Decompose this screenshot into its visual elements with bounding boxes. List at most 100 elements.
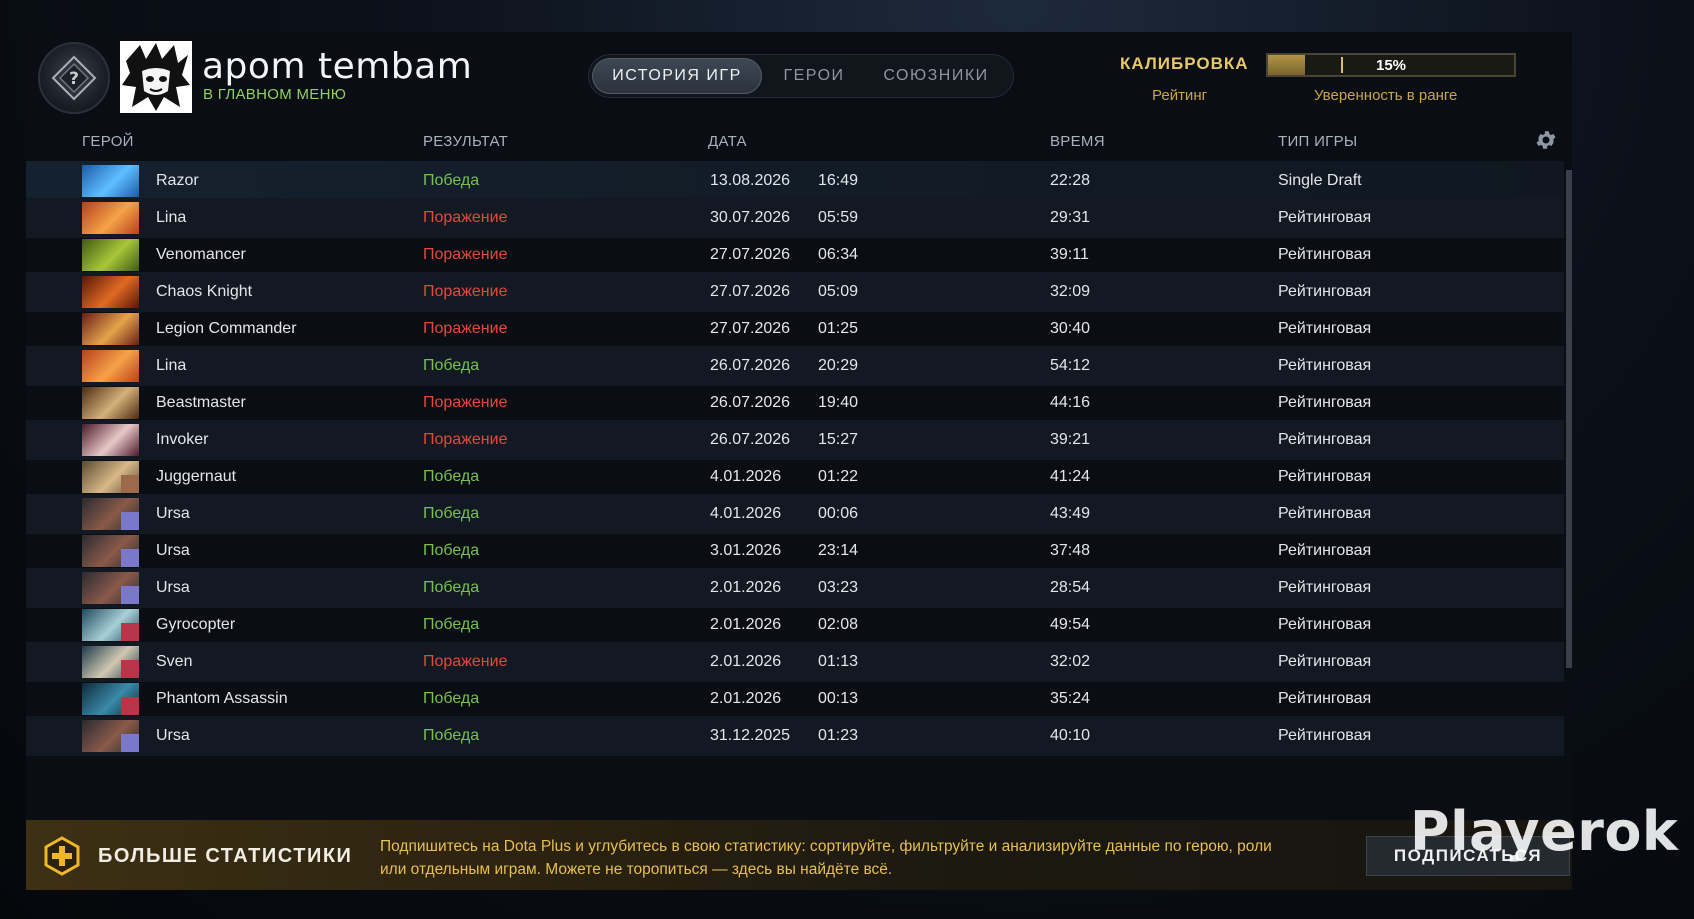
- game-type: Рейтинговая: [1278, 542, 1372, 559]
- role-badge-icon: [121, 697, 139, 715]
- table-row[interactable]: Ursa Победа 31.12.2025 01:23 40:10 Рейтингова…: [26, 716, 1564, 756]
- match-result: Победа: [423, 468, 480, 485]
- hero-portrait: [82, 498, 139, 530]
- hero-portrait: [82, 572, 139, 604]
- calibration-title: КАЛИБРОВКА: [1120, 54, 1249, 73]
- hero-name: Ursa: [156, 505, 190, 522]
- hero-name: Ursa: [156, 727, 190, 744]
- tab-allies[interactable]: СОЮЗНИКИ: [866, 58, 1006, 94]
- table-row[interactable]: Legion Commander Поражение 27.07.2026 01:25…: [26, 309, 1564, 349]
- dota-plus-icon: [44, 836, 80, 876]
- rank-emblem[interactable]: ?: [38, 42, 110, 114]
- hero-name: Ursa: [156, 542, 190, 559]
- table-row[interactable]: Ursa Победа 3.01.2026 23:14 37:48 Рейтинговая: [26, 531, 1564, 571]
- match-result: Победа: [423, 357, 480, 374]
- promo-title: БОЛЬШЕ СТАТИСТИКИ: [98, 845, 353, 867]
- game-type: Рейтинговая: [1278, 209, 1372, 226]
- hero-name: Sven: [156, 653, 193, 670]
- match-time: 01:13: [818, 653, 859, 670]
- view-tabs: ИСТОРИЯ ИГР ГЕРОИ СОЮЗНИКИ: [588, 54, 1014, 98]
- hero-name: Lina: [156, 209, 187, 226]
- table-row[interactable]: Beastmaster Поражение 26.07.2026 19:40 44:16…: [26, 383, 1564, 423]
- match-duration: 40:10: [1050, 727, 1091, 744]
- game-type: Рейтинговая: [1278, 394, 1372, 411]
- match-date: 26.07.2026: [710, 394, 791, 411]
- column-header-duration[interactable]: ВРЕМЯ: [1050, 133, 1105, 150]
- hero-name: Invoker: [156, 431, 209, 448]
- dota-plus-promo: БОЛЬШЕ СТАТИСТИКИ Подпишитесь на Dota Pl…: [26, 820, 1572, 890]
- match-date: 27.07.2026: [710, 246, 791, 263]
- match-duration: 29:31: [1050, 209, 1091, 226]
- hero-name: Chaos Knight: [156, 283, 253, 300]
- match-result: Победа: [423, 690, 480, 707]
- column-header-date[interactable]: ДАТА: [708, 133, 747, 150]
- scrollbar[interactable]: [1566, 170, 1572, 668]
- hero-portrait: [82, 646, 139, 678]
- column-header-result[interactable]: РЕЗУЛЬТАТ: [423, 133, 508, 150]
- table-row[interactable]: Ursa Победа 2.01.2026 03:23 28:54 Рейтинговая: [26, 568, 1564, 608]
- column-header-game-type[interactable]: ТИП ИГРЫ: [1278, 133, 1357, 150]
- match-time: 23:14: [818, 542, 859, 559]
- calibration-rank-icon: ?: [51, 55, 97, 101]
- tab-match-history[interactable]: ИСТОРИЯ ИГР: [592, 58, 762, 94]
- match-result: Победа: [423, 579, 480, 596]
- table-row[interactable]: Gyrocopter Победа 2.01.2026 02:08 49:54 Рейти…: [26, 605, 1564, 645]
- match-duration: 41:24: [1050, 468, 1091, 485]
- hero-name: Ursa: [156, 579, 190, 596]
- game-type: Рейтинговая: [1278, 653, 1372, 670]
- match-time: 20:29: [818, 357, 859, 374]
- match-date: 30.07.2026: [710, 209, 791, 226]
- hero-portrait: [82, 424, 139, 456]
- table-row[interactable]: Lina Победа 26.07.2026 20:29 54:12 Рейтингова…: [26, 346, 1564, 386]
- match-result: Поражение: [423, 283, 508, 300]
- hero-name: Legion Commander: [156, 320, 297, 337]
- table-row[interactable]: Lina Поражение 30.07.2026 05:59 29:31 Рейтинг…: [26, 198, 1564, 238]
- table-row[interactable]: Ursa Победа 4.01.2026 00:06 43:49 Рейтинговая: [26, 494, 1564, 534]
- column-header-hero[interactable]: ГЕРОЙ: [82, 133, 134, 150]
- table-row[interactable]: Venomancer Поражение 27.07.2026 06:34 39:11 Р…: [26, 235, 1564, 275]
- confidence-percent: 15%: [1375, 56, 1407, 74]
- hero-name: Lina: [156, 357, 187, 374]
- match-duration: 22:28: [1050, 172, 1091, 189]
- match-time: 01:23: [818, 727, 859, 744]
- gear-icon[interactable]: [1534, 128, 1558, 152]
- confidence-label: Уверенность в ранге: [1314, 87, 1458, 104]
- table-row[interactable]: Sven Поражение 2.01.2026 01:13 32:02 Рейтинго…: [26, 642, 1564, 682]
- table-row[interactable]: Juggernaut Победа 4.01.2026 01:22 41:24 Рейти…: [26, 457, 1564, 497]
- match-date: 2.01.2026: [710, 690, 782, 707]
- match-duration: 49:54: [1050, 616, 1091, 633]
- match-result: Победа: [423, 172, 480, 189]
- hero-name: Phantom Assassin: [156, 690, 288, 707]
- match-date: 27.07.2026: [710, 283, 791, 300]
- match-date: 2.01.2026: [710, 653, 782, 670]
- match-date: 26.07.2026: [710, 431, 791, 448]
- game-type: Рейтинговая: [1278, 431, 1372, 448]
- rating-label: Рейтинг: [1152, 87, 1208, 104]
- avatar[interactable]: [120, 41, 192, 113]
- game-type: Рейтинговая: [1278, 246, 1372, 263]
- hero-portrait: [82, 165, 139, 197]
- match-duration: 43:49: [1050, 505, 1091, 522]
- hero-name: Razor: [156, 172, 199, 189]
- table-row[interactable]: Phantom Assassin Победа 2.01.2026 00:13 35:2…: [26, 679, 1564, 719]
- match-result: Поражение: [423, 209, 508, 226]
- match-duration: 30:40: [1050, 320, 1091, 337]
- table-row[interactable]: Invoker Поражение 26.07.2026 15:27 39:21 Рейт…: [26, 420, 1564, 460]
- table-row[interactable]: Chaos Knight Поражение 27.07.2026 05:09 32:0…: [26, 272, 1564, 312]
- match-time: 06:34: [818, 246, 859, 263]
- promo-text: Подпишитесь на Dota Plus и углубитесь в …: [380, 838, 1272, 878]
- match-date: 27.07.2026: [710, 320, 791, 337]
- table-row[interactable]: Razor Победа 13.08.2026 16:49 22:28 Single Dr…: [26, 161, 1564, 201]
- match-time: 16:49: [818, 172, 859, 189]
- match-duration: 35:24: [1050, 690, 1091, 707]
- match-time: 00:13: [818, 690, 859, 707]
- match-result: Поражение: [423, 431, 508, 448]
- hero-portrait: [82, 720, 139, 752]
- game-type: Рейтинговая: [1278, 468, 1372, 485]
- match-time: 01:22: [818, 468, 859, 485]
- tab-heroes[interactable]: ГЕРОИ: [762, 58, 866, 94]
- match-date: 2.01.2026: [710, 579, 782, 596]
- hero-portrait: [82, 313, 139, 345]
- match-time: 00:06: [818, 505, 859, 522]
- player-status: В ГЛАВНОМ МЕНЮ: [203, 86, 347, 103]
